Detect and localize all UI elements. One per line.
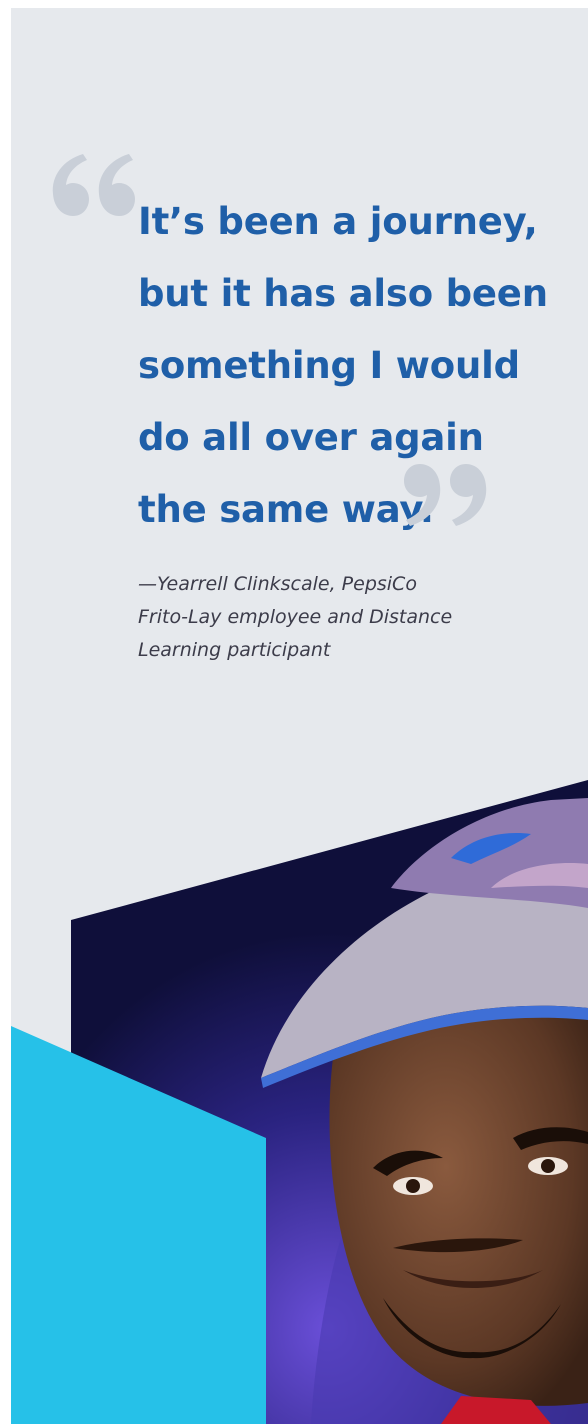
- testimonial-panel: It’s been a journey, but it has also bee…: [11, 8, 588, 1424]
- participant-photo: [11, 780, 588, 1424]
